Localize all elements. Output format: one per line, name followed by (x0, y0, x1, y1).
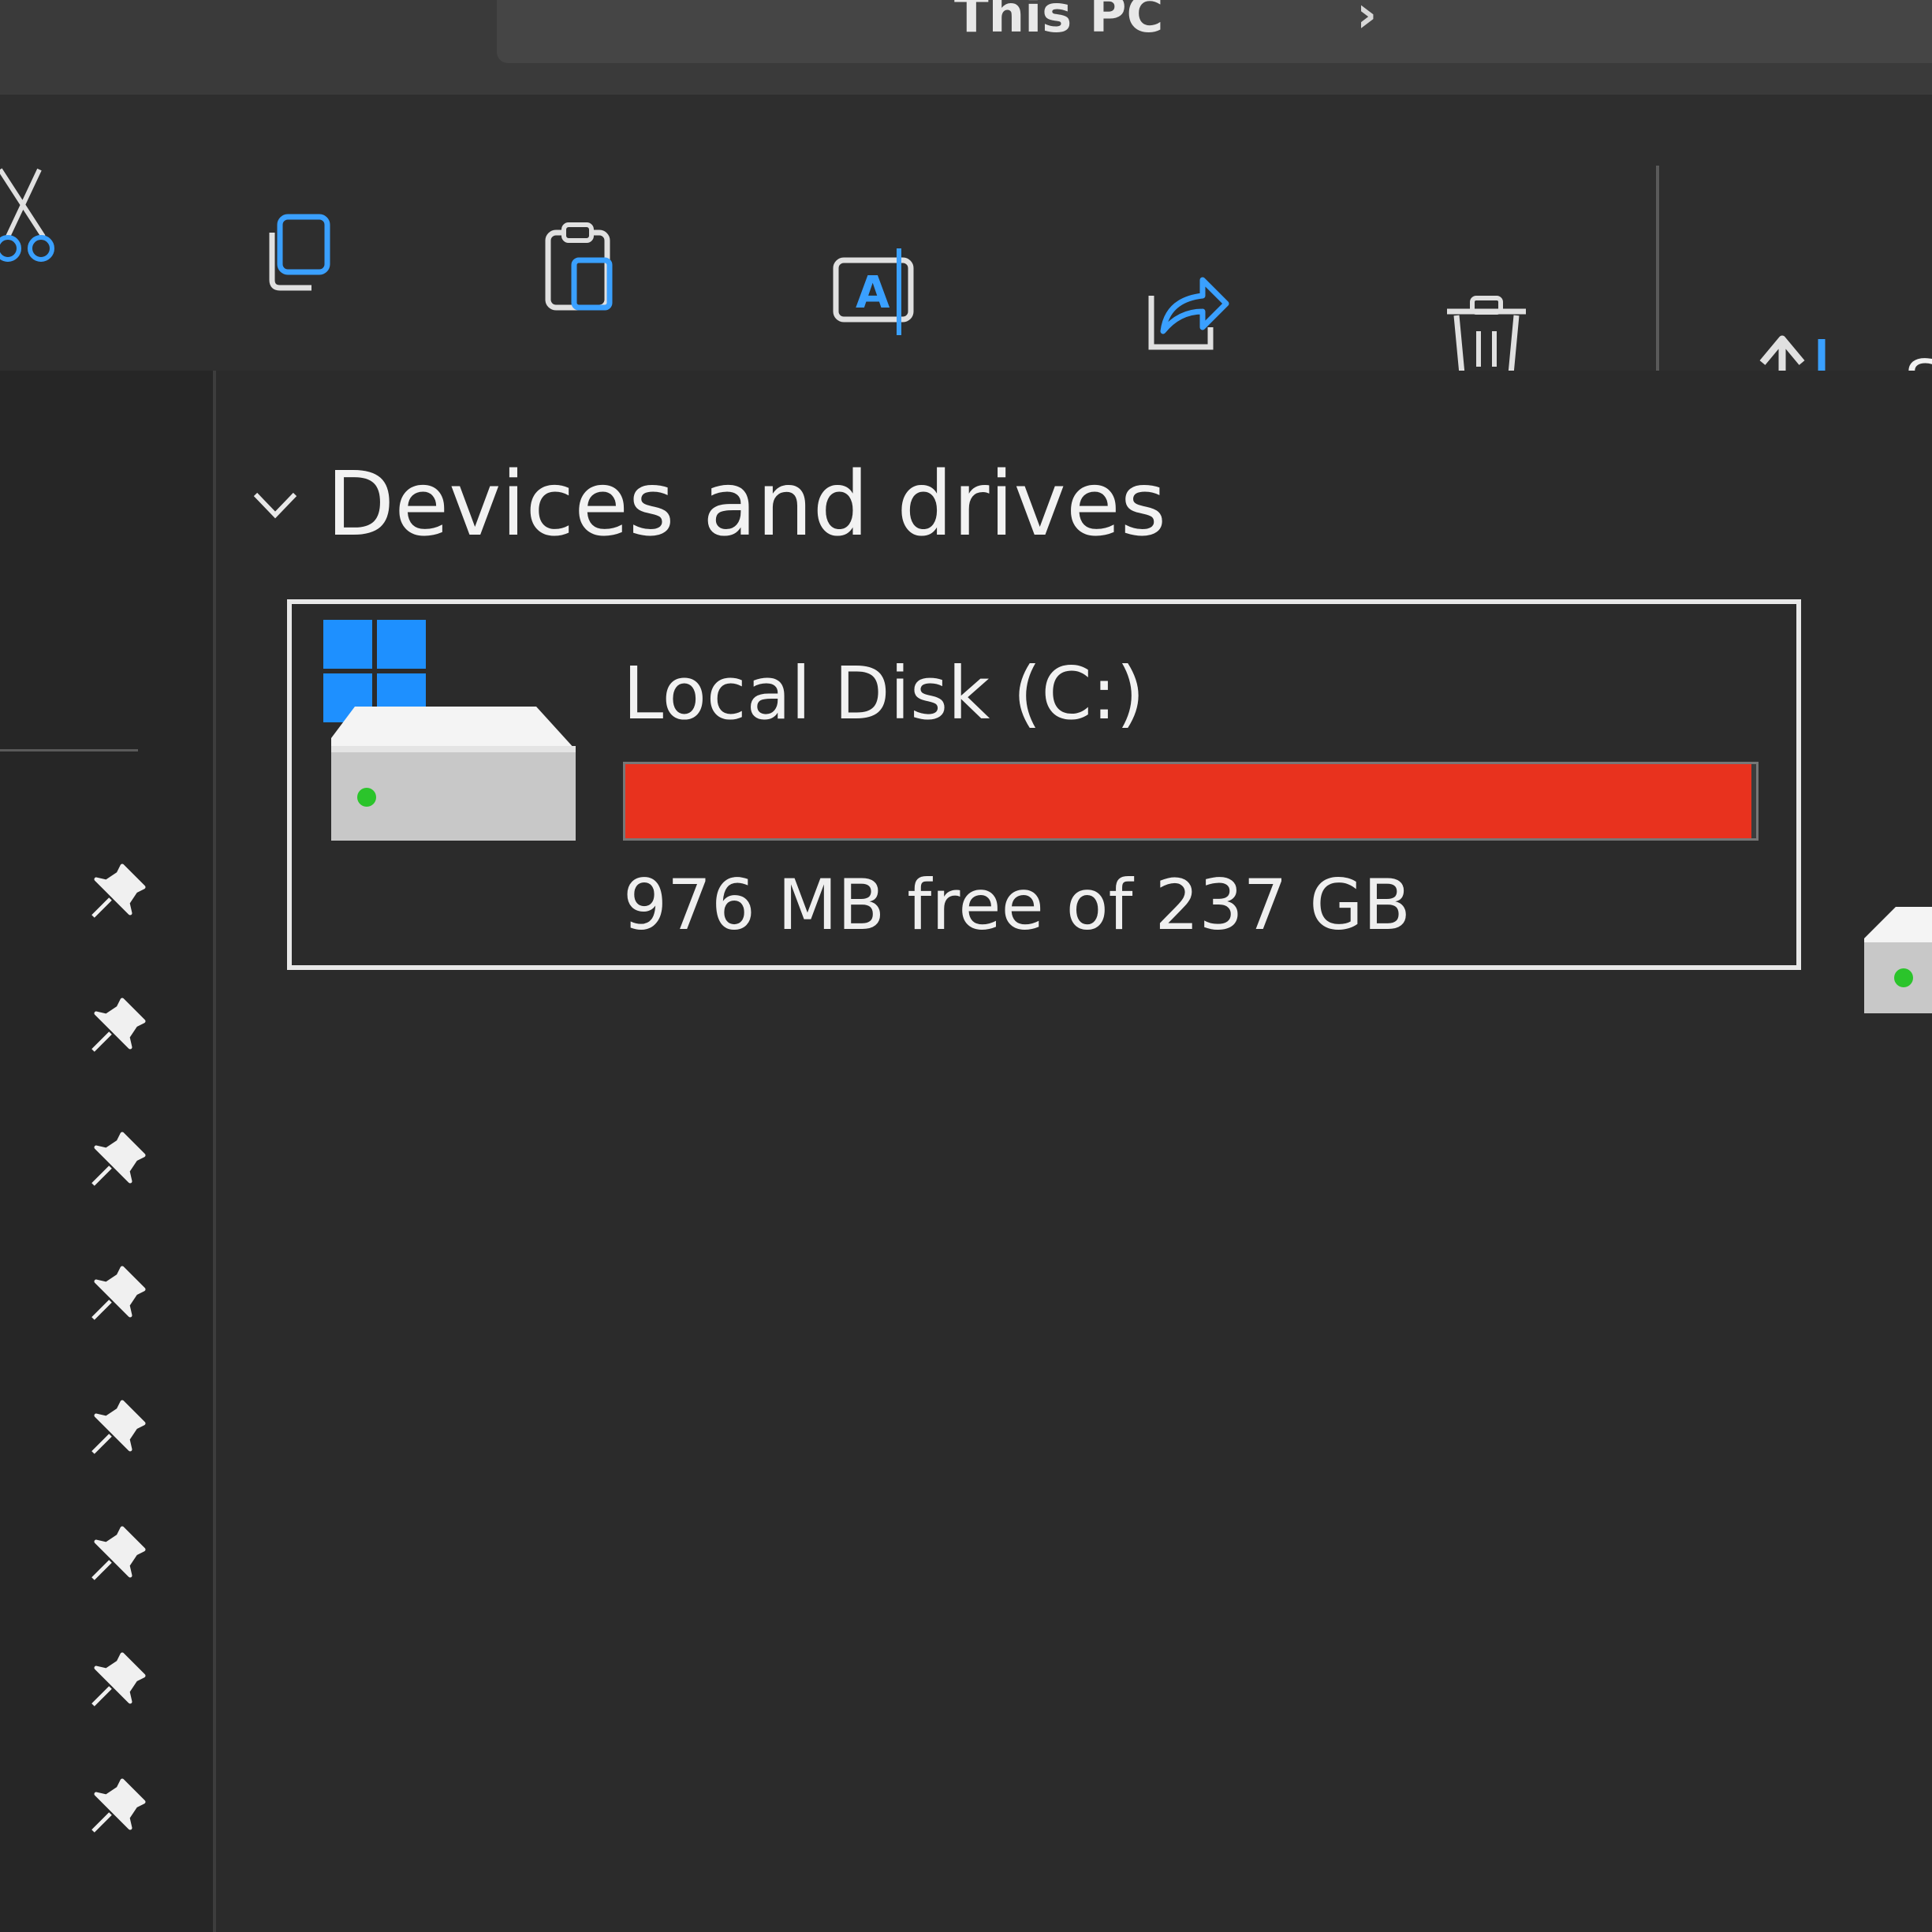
pin-icon[interactable] (87, 1522, 150, 1585)
breadcrumb-this-pc[interactable]: This PC (954, 0, 1163, 44)
drive-usage-bar (623, 762, 1759, 841)
drive-icon (1864, 907, 1932, 1013)
drive-icon (323, 620, 584, 856)
group-title: Devices and drives (326, 453, 1167, 556)
pin-icon[interactable] (87, 1262, 150, 1325)
copy-icon (269, 214, 330, 291)
drive-usage-fill (625, 764, 1752, 838)
paste-icon (545, 222, 613, 311)
pin-icon[interactable] (87, 1774, 150, 1837)
share-icon (1148, 277, 1229, 350)
drive-free-space: 976 MB free of 237 GB (623, 864, 1411, 945)
pin-icon[interactable] (87, 994, 150, 1057)
paste-button[interactable] (528, 213, 639, 323)
pin-icon[interactable] (87, 1396, 150, 1459)
pin-icon[interactable] (87, 1128, 150, 1191)
address-bar[interactable] (497, 0, 1932, 63)
group-header-devices-and-drives[interactable]: Devices and drives (248, 453, 1166, 556)
file-explorer-window: This PC › A Devices and drives Local Dis… (0, 0, 1932, 1932)
windows-drive-icon (323, 620, 576, 841)
chevron-down-icon (253, 492, 297, 519)
content-pane: Devices and drives Local Disk (C:) 976 M… (216, 371, 1932, 1932)
drive-tile-next[interactable] (1856, 875, 1932, 1017)
share-button[interactable] (1128, 256, 1238, 367)
sidebar-divider (0, 749, 138, 752)
breadcrumb-chevron-icon[interactable]: › (1356, 0, 1377, 44)
drive-tile-local-disk-c[interactable]: Local Disk (C:) 976 MB free of 237 GB (287, 599, 1801, 970)
navigation-pane (0, 371, 216, 1932)
pin-icon[interactable] (87, 860, 150, 923)
copy-button[interactable] (244, 197, 355, 308)
cut-button[interactable] (0, 162, 95, 272)
command-bar: A (0, 95, 1932, 386)
drive-name: Local Disk (C:) (623, 651, 1145, 736)
pin-icon[interactable] (87, 1648, 150, 1711)
address-bar-area: This PC › (0, 0, 1932, 95)
svg-text:A: A (856, 267, 890, 319)
rename-icon: A (833, 248, 914, 335)
rename-button[interactable]: A (824, 237, 934, 347)
scissors-icon (0, 168, 54, 262)
